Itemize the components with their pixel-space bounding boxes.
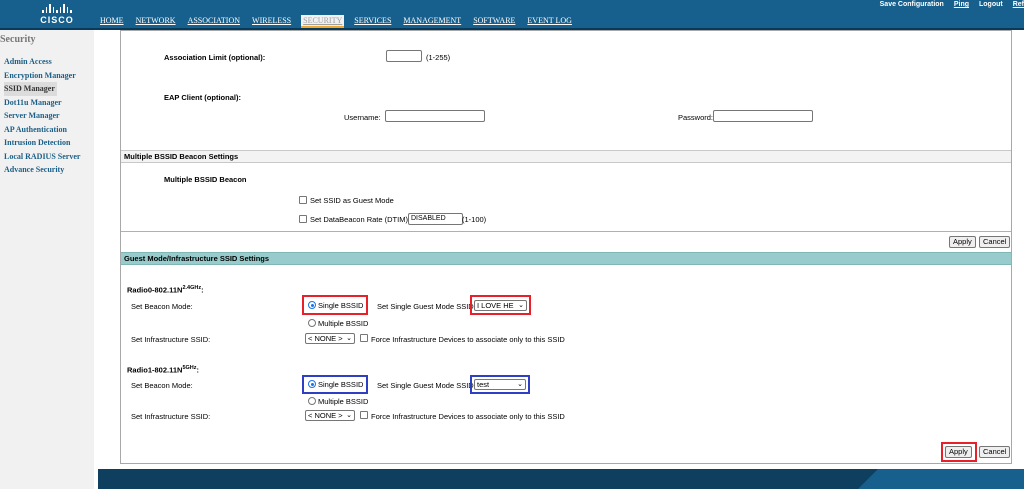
dtim-input[interactable]: DISABLED bbox=[408, 213, 463, 225]
top-nav: HOME NETWORK ASSOCIATION WIRELESS SECURI… bbox=[98, 15, 582, 28]
cisco-logo: CISCO bbox=[32, 4, 82, 26]
guest-cancel-button[interactable]: Cancel bbox=[979, 446, 1011, 458]
sidebar-list: Admin Access Encryption Manager SSID Man… bbox=[4, 55, 80, 177]
radio1-band: 5GHz bbox=[182, 365, 197, 371]
radio1-multiple-bssid-radio[interactable] bbox=[308, 397, 316, 405]
nav-services[interactable]: SERVICES bbox=[352, 15, 393, 28]
radio1-multiple-bssid-label: Multiple BSSID bbox=[318, 397, 369, 406]
nav-network[interactable]: NETWORK bbox=[134, 15, 178, 28]
chevron-down-icon: ⌄ bbox=[517, 381, 523, 388]
top-header: CISCO HOME NETWORK ASSOCIATION WIRELESS … bbox=[0, 0, 1024, 28]
radio0-band: 2.4GHz bbox=[182, 285, 202, 291]
radio1-infra-ssid-label: Set Infrastructure SSID: bbox=[131, 412, 211, 421]
refresh-link[interactable]: Ref bbox=[1013, 1, 1024, 8]
mbssid-cancel-button[interactable]: Cancel bbox=[979, 236, 1011, 248]
nav-management[interactable]: MANAGEMENT bbox=[401, 15, 463, 28]
nav-security[interactable]: SECURITY bbox=[301, 15, 345, 28]
radio0-guest-ssid-select[interactable]: I LOVE HE ⌄ bbox=[474, 300, 527, 311]
chevron-down-icon: ⌄ bbox=[346, 412, 352, 419]
eap-username-label: Username: bbox=[344, 113, 381, 122]
divider bbox=[121, 231, 1011, 232]
radio0-beacon-mode-label: Set Beacon Mode: bbox=[131, 302, 193, 311]
radio1-single-bssid-radio[interactable] bbox=[308, 380, 316, 388]
sidebar-item-intrusion-detection[interactable]: Intrusion Detection bbox=[4, 136, 80, 150]
radio1-name: Radio1-802.11N bbox=[127, 365, 183, 375]
radio0-single-bssid-label: Single BSSID bbox=[318, 301, 364, 310]
chevron-down-icon: ⌄ bbox=[346, 335, 352, 342]
radio0-infra-ssid-label: Set Infrastructure SSID: bbox=[131, 335, 211, 344]
nav-software[interactable]: SOFTWARE bbox=[471, 15, 517, 28]
eap-password-input[interactable] bbox=[713, 110, 813, 122]
dtim-checkbox[interactable] bbox=[299, 215, 307, 223]
radio1-guest-ssid-select[interactable]: test ⌄ bbox=[474, 379, 526, 390]
sidebar-item-ssid-manager[interactable]: SSID Manager bbox=[4, 82, 57, 96]
mbssid-section-header: Multiple BSSID Beacon Settings bbox=[121, 150, 1011, 163]
sidebar-title: Security bbox=[0, 34, 36, 45]
nav-home[interactable]: HOME bbox=[98, 15, 126, 28]
footer-slant bbox=[858, 469, 878, 489]
radio1-infra-ssid-value: < NONE > bbox=[308, 411, 343, 420]
mbssid-subtitle: Multiple BSSID Beacon bbox=[164, 175, 247, 184]
radio0-infra-ssid-value: < NONE > bbox=[308, 334, 343, 343]
sidebar-item-advance-security[interactable]: Advance Security bbox=[4, 163, 80, 177]
sidebar-item-local-radius-server[interactable]: Local RADIUS Server bbox=[4, 150, 80, 164]
nav-association[interactable]: ASSOCIATION bbox=[186, 15, 242, 28]
radio1-beacon-mode-label: Set Beacon Mode: bbox=[131, 381, 193, 390]
nav-wireless[interactable]: WIRELESS bbox=[250, 15, 293, 28]
radio1-guest-ssid-value: test bbox=[477, 380, 490, 389]
radio0-title: Radio0-802.11N2.4GHz: bbox=[127, 285, 204, 295]
radio1-guest-ssid-label: Set Single Guest Mode SSID: bbox=[377, 381, 476, 390]
logout-link[interactable]: Logout bbox=[979, 1, 1003, 8]
guest-section-header: Guest Mode/Infrastructure SSID Settings bbox=[121, 252, 1011, 265]
footer-bar bbox=[98, 469, 1024, 489]
radio0-multiple-bssid-label: Multiple BSSID bbox=[318, 319, 369, 328]
radio0-infra-ssid-select[interactable]: < NONE > ⌄ bbox=[305, 333, 355, 344]
sidebar-item-encryption-manager[interactable]: Encryption Manager bbox=[4, 69, 80, 83]
guest-mode-label: Set SSID as Guest Mode bbox=[310, 196, 394, 205]
logo-text: CISCO bbox=[40, 15, 74, 25]
radio0-force-infra-label: Force Infrastructure Devices to associat… bbox=[371, 335, 565, 344]
eap-password-label: Password: bbox=[678, 113, 714, 122]
radio0-force-infra-checkbox[interactable] bbox=[360, 334, 368, 342]
save-configuration-link[interactable]: Save Configuration bbox=[880, 1, 944, 8]
sidebar: Security Admin Access Encryption Manager… bbox=[0, 30, 94, 489]
guest-apply-button[interactable]: Apply bbox=[945, 446, 972, 458]
nav-event-log[interactable]: EVENT LOG bbox=[525, 15, 574, 28]
main-panel: Association Limit (optional): (1-255) EA… bbox=[120, 30, 1012, 464]
chevron-down-icon: ⌄ bbox=[518, 302, 524, 309]
cisco-logo-bars-icon bbox=[32, 4, 82, 13]
radio1-infra-ssid-select[interactable]: < NONE > ⌄ bbox=[305, 410, 355, 421]
radio0-single-bssid-radio[interactable] bbox=[308, 301, 316, 309]
radio0-guest-ssid-value: I LOVE HE bbox=[477, 301, 514, 310]
radio0-guest-ssid-label: Set Single Guest Mode SSID: bbox=[377, 302, 476, 311]
association-limit-range: (1-255) bbox=[426, 53, 451, 62]
eap-client-label: EAP Client (optional): bbox=[164, 93, 241, 102]
guest-mode-checkbox[interactable] bbox=[299, 196, 307, 204]
radio1-force-infra-label: Force Infrastructure Devices to associat… bbox=[371, 412, 565, 421]
sidebar-item-ap-authentication[interactable]: AP Authentication bbox=[4, 123, 80, 137]
sidebar-item-dot11u-manager[interactable]: Dot11u Manager bbox=[4, 96, 80, 110]
footer-dark-band bbox=[98, 469, 858, 489]
top-links: Save Configuration Ping Logout Ref bbox=[870, 1, 1024, 8]
dtim-label: Set DataBeacon Rate (DTIM): bbox=[310, 215, 411, 224]
radio0-multiple-bssid-radio[interactable] bbox=[308, 319, 316, 327]
radio1-single-bssid-label: Single BSSID bbox=[318, 380, 364, 389]
sidebar-item-admin-access[interactable]: Admin Access bbox=[4, 55, 80, 69]
eap-username-input[interactable] bbox=[385, 110, 485, 122]
radio1-force-infra-checkbox[interactable] bbox=[360, 411, 368, 419]
sidebar-item-server-manager[interactable]: Server Manager bbox=[4, 109, 80, 123]
radio1-title: Radio1-802.11N5GHz: bbox=[127, 365, 200, 375]
radio0-name: Radio0-802.11N bbox=[127, 285, 183, 295]
dtim-range: (1-100) bbox=[462, 215, 487, 224]
association-limit-label: Association Limit (optional): bbox=[164, 53, 266, 62]
mbssid-apply-button[interactable]: Apply bbox=[949, 236, 976, 248]
ping-link[interactable]: Ping bbox=[954, 1, 969, 8]
association-limit-input[interactable] bbox=[386, 50, 422, 62]
